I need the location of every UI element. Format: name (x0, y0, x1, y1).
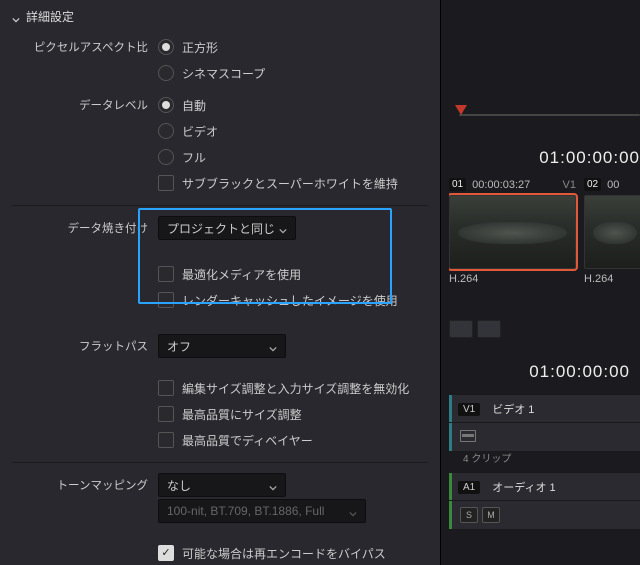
track-v1-row2[interactable] (449, 422, 640, 452)
select-burnin-value: プロジェクトと同じ (167, 220, 275, 237)
clip-index: 01 (449, 178, 466, 191)
radio-levels-auto[interactable] (158, 97, 174, 113)
check-disable-sizing[interactable] (158, 380, 174, 396)
clip-image[interactable] (449, 195, 576, 269)
view-mode-b[interactable] (477, 320, 501, 338)
opt-bypass-reencode[interactable]: 可能な場合は再エンコードをバイパス (182, 545, 386, 562)
clip-thumbnails: 01 00:00:03:27 V1 H.264 02 00 H.264 (449, 178, 640, 285)
clip-codec: H.264 (584, 273, 640, 285)
track-a1-id: A1 (458, 481, 480, 494)
opt-pixel-cinemascope[interactable]: シネマスコープ (182, 65, 265, 82)
opt-retain-subblack[interactable]: サブブラックとスーパーホワイトを維持 (182, 175, 398, 192)
opt-force-debayer[interactable]: 最高品質でディベイヤー (182, 432, 313, 449)
radio-pixel-square[interactable] (158, 39, 174, 55)
label-flat-pass: フラットパス (0, 338, 158, 354)
clip-tc: 00:00:03:27 (472, 179, 530, 191)
select-tonemap[interactable]: なし (158, 473, 286, 497)
chevron-down-icon (349, 507, 357, 515)
chevron-down-icon (12, 13, 20, 21)
track-v1-name: ビデオ 1 (484, 401, 542, 417)
clip-image[interactable] (584, 195, 640, 269)
select-tonemap-preset-value: 100-nit, BT.709, BT.1886, Full (167, 504, 324, 518)
label-burnin: データ焼き付け (0, 220, 158, 236)
section-advanced-label: 詳細設定 (26, 8, 74, 25)
opt-force-hq-sizing[interactable]: 最高品質にサイズ調整 (182, 406, 302, 423)
label-pixel-aspect: ピクセルアスペクト比 (0, 39, 158, 55)
clip-track: V1 (563, 179, 576, 191)
chevron-down-icon (279, 224, 287, 232)
select-flat-pass[interactable]: オフ (158, 334, 286, 358)
mute-button[interactable]: M (482, 507, 500, 523)
view-mode-a[interactable] (449, 320, 473, 338)
chevron-down-icon (269, 342, 277, 350)
clip-thumb-1[interactable]: 01 00:00:03:27 V1 H.264 (449, 178, 576, 285)
clip-tc: 00 (607, 179, 619, 191)
clip-thumb-2[interactable]: 02 00 H.264 (584, 178, 640, 285)
select-burnin[interactable]: プロジェクトと同じ (158, 216, 296, 240)
track-a1-name: オーディオ 1 (484, 479, 563, 495)
label-data-levels: データレベル (0, 97, 158, 113)
select-flat-pass-value: オフ (167, 338, 191, 355)
select-tonemap-preset: 100-nit, BT.709, BT.1886, Full (158, 499, 366, 523)
opt-levels-full[interactable]: フル (182, 149, 206, 166)
viewer-timecode: 01:00:00:00 (441, 148, 640, 168)
check-optimized-media[interactable] (158, 266, 174, 282)
radio-pixel-cinemascope[interactable] (158, 65, 174, 81)
check-render-cache[interactable] (158, 292, 174, 308)
opt-pixel-square[interactable]: 正方形 (182, 39, 218, 56)
timeline-timecode: 01:00:00:00 (529, 362, 630, 382)
section-advanced[interactable]: 詳細設定 (0, 0, 440, 33)
radio-levels-full[interactable] (158, 149, 174, 165)
opt-levels-video[interactable]: ビデオ (182, 123, 218, 140)
check-bypass-reencode[interactable] (158, 545, 174, 561)
opt-render-cache[interactable]: レンダーキャッシュしたイメージを使用 (182, 292, 398, 309)
select-tonemap-value: なし (167, 477, 191, 494)
track-a1-row2[interactable]: S M (449, 500, 640, 530)
opt-optimized-media[interactable]: 最適化メディアを使用 (182, 266, 301, 283)
opt-disable-sizing[interactable]: 編集サイズ調整と入力サイズ調整を無効化 (182, 380, 409, 397)
check-force-hq-sizing[interactable] (158, 406, 174, 422)
track-v1-clipcount: 4 クリップ (463, 450, 511, 465)
solo-button[interactable]: S (460, 507, 478, 523)
timeline-ruler[interactable] (441, 100, 640, 140)
track-v1[interactable]: V1 ビデオ 1 (449, 394, 640, 424)
clip-index: 02 (584, 178, 601, 191)
check-retain-subblack[interactable] (158, 175, 174, 191)
radio-levels-video[interactable] (158, 123, 174, 139)
chevron-down-icon (269, 481, 277, 489)
track-v1-id: V1 (458, 403, 480, 416)
opt-levels-auto[interactable]: 自動 (182, 97, 206, 114)
playhead-icon[interactable] (455, 105, 467, 115)
check-force-debayer[interactable] (158, 432, 174, 448)
track-a1[interactable]: A1 オーディオ 1 (449, 472, 640, 502)
label-tonemap: トーンマッピング (0, 477, 158, 493)
clip-codec: H.264 (449, 273, 576, 285)
filmstrip-icon (460, 430, 480, 445)
